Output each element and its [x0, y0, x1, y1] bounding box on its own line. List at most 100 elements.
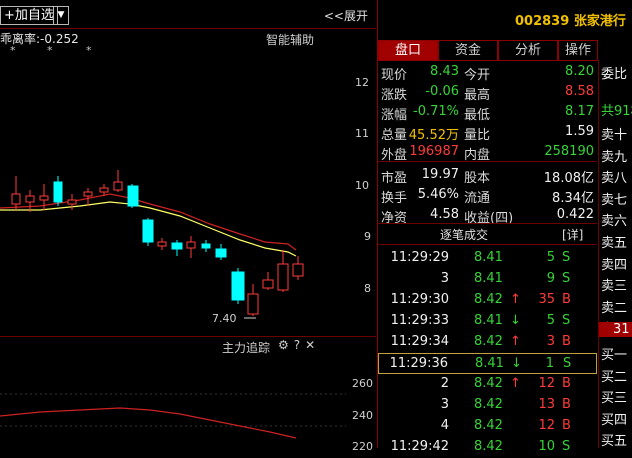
orderbook-total: 共91杆 — [601, 104, 632, 119]
deviation-label: 乖离率: — [0, 32, 41, 46]
tick-volume: 10 — [538, 439, 555, 454]
quote-value: -0.06 — [425, 84, 459, 99]
tick-row[interactable]: 11:29:30 8.42 ↑ 35 B — [378, 290, 597, 311]
tick-side: B — [562, 397, 571, 412]
candle — [11, 176, 21, 210]
quote-label: 最低 — [464, 108, 491, 123]
help-icon[interactable]: ? — [294, 338, 305, 352]
tick-side: S — [562, 439, 571, 454]
quote-row: 换手 5.46% 流通 8.34亿 — [378, 185, 597, 206]
ticks-detail-link[interactable]: [详] — [562, 226, 583, 243]
tick-volume: 5 — [546, 250, 555, 265]
tab-analysis[interactable]: 分析 — [498, 40, 558, 61]
price-tick: 11 — [355, 127, 369, 140]
quote-label: 涨跌 — [381, 88, 408, 103]
candle — [262, 272, 274, 290]
tick-row[interactable]: 4 8.42 12 B — [378, 416, 597, 437]
tick-side: S — [562, 250, 571, 265]
quote-label: 量比 — [464, 128, 491, 143]
track-tools: ⚙?✕ — [278, 338, 320, 352]
candle — [277, 250, 289, 292]
tick-price: 8.41 — [474, 313, 503, 328]
current-price-badge: 31 — [599, 322, 632, 337]
buy-level-label: 买五 — [601, 434, 628, 450]
chevron-down-icon[interactable]: ▼ — [53, 6, 69, 25]
tick-side: S — [563, 356, 572, 371]
tick-time: 11:29:42 — [390, 439, 449, 454]
gear-icon[interactable]: ⚙ — [278, 338, 294, 352]
panel-tabs: 盘口 资金 分析 操作 — [378, 40, 632, 61]
tick-row[interactable]: 11:29:33 8.41 ↓ 5 S — [378, 311, 597, 332]
tick-row[interactable]: 2 8.42 ↑ 12 B — [378, 374, 597, 395]
add-watchlist-button[interactable]: +加自选 — [0, 6, 58, 25]
tick-side: S — [562, 271, 571, 286]
expand-button[interactable]: <<展开 — [324, 7, 368, 24]
tick-row[interactable]: 11:29:36 8.41 ↓ 1 S — [378, 353, 597, 374]
price-tick: 10 — [355, 179, 369, 192]
tick-volume: 1 — [545, 356, 554, 371]
arrow-up-icon: ↑ — [510, 292, 521, 307]
tick-time: 2 — [440, 376, 449, 391]
sell-level-label: 卖二 — [601, 300, 628, 316]
candle — [25, 190, 35, 212]
quote-value: 45.52万 — [408, 128, 459, 143]
low-price-marker: 7.40 — [212, 312, 237, 325]
tab-handicap[interactable]: 盘口 — [378, 40, 438, 61]
tick-price: 8.41 — [474, 250, 503, 265]
sell-level-label: 卖三 — [601, 279, 628, 295]
price-tick: 9 — [364, 230, 371, 243]
buy-level-label: 买二 — [601, 369, 628, 385]
deviation-value: -0.252 — [40, 32, 79, 46]
tick-volume: 12 — [538, 418, 555, 433]
sub-tick: 260 — [352, 377, 373, 390]
price-tick: 8 — [364, 282, 371, 295]
quote-row: 涨跌 -0.06 最高 8.58 — [378, 82, 597, 103]
quote-value: 0.422 — [556, 207, 594, 222]
quote-value: 258190 — [544, 144, 594, 159]
tick-row[interactable]: 11:29:34 8.42 ↑ 3 B — [378, 332, 597, 353]
quote-value: 196987 — [409, 144, 459, 159]
candle — [247, 284, 259, 316]
ticks-header: 逐笔成交 [详] — [378, 223, 597, 245]
tick-price: 8.42 — [474, 292, 503, 307]
quote-label: 换手 — [381, 191, 408, 206]
candle — [171, 240, 183, 256]
candle — [142, 218, 154, 246]
tick-time: 3 — [440, 397, 449, 412]
quote-value: 1.59 — [565, 124, 594, 139]
close-icon[interactable]: ✕ — [305, 338, 320, 352]
quote-label: 流通 — [464, 191, 491, 206]
tick-price: 8.42 — [474, 439, 503, 454]
indicator-plot — [0, 393, 346, 439]
quote-label: 涨幅 — [381, 108, 408, 123]
tab-funds[interactable]: 资金 — [438, 40, 498, 61]
tick-side: B — [562, 418, 571, 433]
candle — [157, 238, 167, 250]
tab-operate[interactable]: 操作 — [558, 40, 598, 61]
tick-row[interactable]: 3 8.42 13 B — [378, 395, 597, 416]
quote-label: 股本 — [464, 171, 491, 186]
sell-level-label: 卖七 — [601, 192, 628, 208]
sub-tick: 240 — [352, 409, 373, 422]
tick-side: S — [562, 313, 571, 328]
candle — [53, 176, 63, 206]
candle — [215, 244, 227, 260]
kline-chart[interactable]: +加自选 ▼ <<展开 乖离率:-0.252 智能辅助 * * * 12 11 … — [0, 0, 376, 453]
smart-assist-button[interactable]: 智能辅助 — [266, 31, 314, 48]
quote-label: 总量 — [381, 128, 408, 143]
tick-row[interactable]: 11:29:29 8.41 5 S — [378, 248, 597, 269]
tick-row[interactable]: 3 8.41 9 S — [378, 269, 597, 290]
quote-value: 18.08亿 — [543, 171, 594, 186]
quote-row: 现价 8.43 今开 8.20 — [378, 62, 597, 83]
sell-level-label: 卖八 — [601, 171, 628, 187]
tick-time: 11:29:30 — [390, 292, 449, 307]
candlestick-plot — [0, 170, 304, 319]
buy-level-label: 买三 — [601, 391, 628, 407]
tick-time: 11:29:36 — [389, 356, 448, 371]
tick-volume: 12 — [538, 376, 555, 391]
sell-level-label: 卖十 — [601, 128, 628, 143]
buy-level-label: 买四 — [601, 412, 628, 428]
stock-title: 002839 张家港行 — [515, 10, 626, 29]
tick-price: 8.42 — [474, 376, 503, 391]
sell-level-label: 卖九 — [601, 149, 628, 165]
